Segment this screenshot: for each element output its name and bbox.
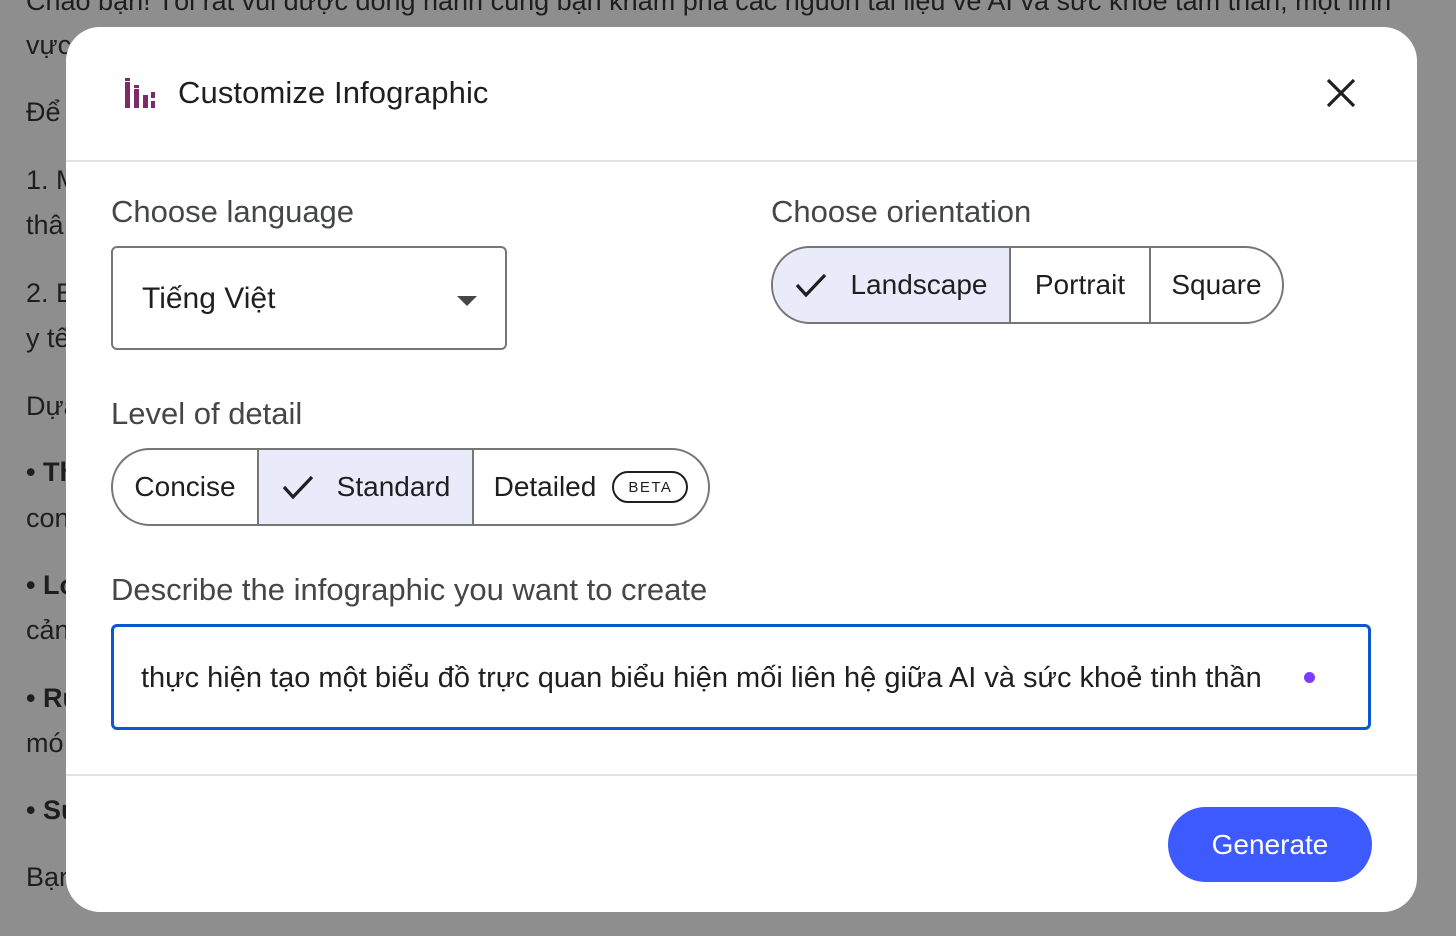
orientation-option-portrait[interactable]: Portrait — [1011, 248, 1151, 322]
generate-button[interactable]: Generate — [1168, 807, 1372, 882]
check-icon — [282, 475, 313, 500]
background-text-line: y tế — [26, 323, 70, 353]
background-text-line: vực — [26, 30, 72, 60]
background-text-line: Để — [26, 97, 61, 127]
detail-label: Level of detail — [111, 396, 303, 431]
detail-segmented-control: Concise Standard Detailed BETA — [111, 448, 710, 526]
language-select[interactable]: Tiếng Việt — [111, 246, 507, 350]
detail-option-label: Standard — [336, 471, 451, 502]
description-input-value: thực hiện tạo một biểu đồ trực quan biểu… — [141, 662, 1262, 694]
detail-option-detailed[interactable]: Detailed BETA — [474, 450, 708, 524]
language-selected-value: Tiếng Việt — [142, 282, 276, 315]
background-text-top: Chào bạn! Tôi rất vui được đồng hành cùn… — [26, 0, 1392, 16]
detail-option-label: Detailed — [493, 471, 597, 502]
background-text-line: mó — [26, 728, 64, 758]
bar-chart-icon — [125, 78, 155, 108]
dialog-title: Customize Infographic — [178, 75, 489, 110]
description-label: Describe the infographic you want to cre… — [111, 572, 708, 607]
chevron-down-icon — [457, 296, 477, 306]
description-input[interactable]: thực hiện tạo một biểu đồ trực quan biểu… — [111, 624, 1371, 730]
text-cursor-indicator — [1304, 672, 1315, 683]
close-icon[interactable] — [1324, 76, 1358, 110]
background-text-line: cản — [26, 615, 70, 645]
orientation-label: Choose orientation — [771, 194, 1032, 229]
detail-option-concise[interactable]: Concise — [113, 450, 259, 524]
check-icon — [796, 273, 827, 298]
orientation-option-label: Square — [1171, 269, 1262, 300]
dialog-header: Customize Infographic — [66, 27, 1417, 162]
orientation-segmented-control: Landscape Portrait Square — [771, 246, 1284, 324]
orientation-option-label: Portrait — [1034, 269, 1126, 300]
footer-divider — [66, 774, 1417, 776]
orientation-option-square[interactable]: Square — [1151, 248, 1282, 322]
orientation-option-label: Landscape — [850, 269, 988, 300]
detail-option-label: Concise — [134, 471, 236, 502]
background-text-line: con — [26, 503, 70, 533]
orientation-option-landscape[interactable]: Landscape — [773, 248, 1011, 322]
language-label: Choose language — [111, 194, 355, 229]
background-text-line: thâ — [26, 210, 64, 240]
detail-option-standard[interactable]: Standard — [259, 450, 474, 524]
beta-badge: BETA — [612, 471, 689, 503]
customize-infographic-dialog: Customize Infographic Choose language Ti… — [66, 27, 1417, 912]
